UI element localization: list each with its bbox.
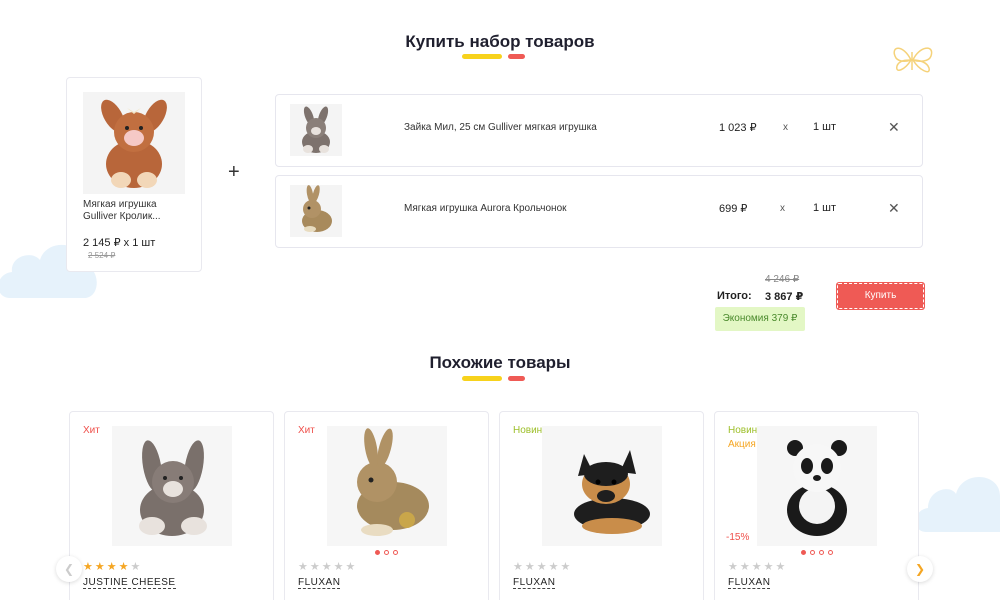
plush-brown-bunny-image [357, 428, 429, 536]
plush-shepherd-dog-image [574, 450, 650, 534]
product-card[interactable]: Хит ★★★★★ JUSTINE CHEESE [69, 411, 274, 600]
badge-sale: Акция [728, 439, 756, 450]
product-image[interactable] [327, 426, 447, 546]
main-product-old-price: 2 524 ₽ [88, 251, 116, 260]
carousel-dot[interactable] [827, 550, 833, 555]
bundle-item-price: 699 ₽ [719, 203, 748, 215]
total-price: 3 867 ₽ [765, 291, 804, 303]
carousel-prev-button[interactable]: ❮ [56, 556, 82, 582]
rating-stars: ★★★★★ [83, 560, 143, 573]
badge-hit: Хит [298, 425, 315, 436]
plush-grey-bunny-image [139, 440, 207, 536]
total-old-price: 4 246 ₽ [765, 274, 800, 285]
product-brand-link[interactable]: FLUXAN [728, 577, 771, 589]
bundle-item-qty: 1 шт [813, 121, 837, 133]
rating-stars: ★★★★★ [728, 560, 788, 573]
bundle-item-image[interactable] [290, 185, 342, 237]
carousel-dot[interactable] [818, 550, 824, 555]
chevron-right-icon: ❯ [914, 562, 926, 576]
carousel-dot[interactable] [393, 550, 398, 555]
plus-icon: + [228, 161, 240, 183]
rating-stars: ★★★★★ [298, 560, 358, 573]
total-label: Итого: [717, 290, 752, 302]
main-product-card[interactable]: Мягкая игрушка Gulliver Кролик... 2 145 … [66, 77, 202, 272]
product-brand-link[interactable]: JUSTINE CHEESE [83, 577, 176, 589]
product-card[interactable]: Новинка Акция -15% ★★★★★ FLUXAN [714, 411, 919, 600]
bundle-item-row: Мягкая игрушка Aurora Крольчонок 699 ₽ x… [275, 175, 923, 248]
badge-hit: Хит [83, 425, 100, 436]
product-image[interactable] [542, 426, 662, 546]
chevron-left-icon: ❮ [63, 562, 75, 576]
main-product-name[interactable]: Мягкая игрушка Gulliver Кролик... [83, 199, 193, 223]
plush-brown-bunny-image [302, 185, 332, 232]
bundle-item-times: x [780, 203, 785, 214]
main-product-image[interactable] [83, 92, 185, 194]
discount-label: -15% [726, 532, 750, 543]
rating-stars: ★★★★★ [513, 560, 573, 573]
economy-badge: Экономия 379 ₽ [715, 307, 805, 331]
product-card[interactable]: Новинка ★★★★★ FLUXAN [499, 411, 704, 600]
remove-item-button[interactable]: ✕ [888, 200, 900, 217]
similar-title: Похожие товары [429, 353, 571, 372]
buy-bundle-button[interactable]: Купить [836, 282, 925, 310]
image-carousel-dots [715, 550, 918, 555]
bundle-item-times: x [783, 122, 788, 133]
plush-grey-bunny-image [302, 106, 330, 153]
main-product-price: 2 145 ₽ x 1 шт [83, 237, 156, 249]
product-brand-link[interactable]: FLUXAN [513, 577, 556, 589]
product-card[interactable]: Хит ★★★★★ FLUXAN [284, 411, 489, 600]
bundle-item-row: Зайка Мил, 25 см Gulliver мягкая игрушка… [275, 94, 923, 167]
remove-item-button[interactable]: ✕ [888, 119, 900, 136]
bundle-item-qty: 1 шт [813, 202, 837, 214]
plush-panda-image [787, 440, 847, 536]
carousel-next-button[interactable]: ❯ [907, 556, 933, 582]
bundle-item-price: 1 023 ₽ [719, 122, 757, 134]
product-image[interactable] [112, 426, 232, 546]
carousel-dot[interactable] [809, 550, 815, 555]
carousel-dot[interactable] [375, 550, 380, 555]
image-carousel-dots [285, 550, 488, 555]
product-image[interactable] [757, 426, 877, 546]
bundle-title: Купить набор товаров [405, 32, 595, 51]
cloud-decoration-right [916, 477, 1000, 532]
carousel-dot[interactable] [800, 550, 806, 555]
plush-bunny-image [101, 99, 167, 188]
bundle-item-name[interactable]: Зайка Мил, 25 см Gulliver мягкая игрушка [404, 122, 597, 133]
carousel-dot[interactable] [384, 550, 389, 555]
product-brand-link[interactable]: FLUXAN [298, 577, 341, 589]
bundle-item-name[interactable]: Мягкая игрушка Aurora Крольчонок [404, 203, 567, 214]
bundle-item-image[interactable] [290, 104, 342, 156]
